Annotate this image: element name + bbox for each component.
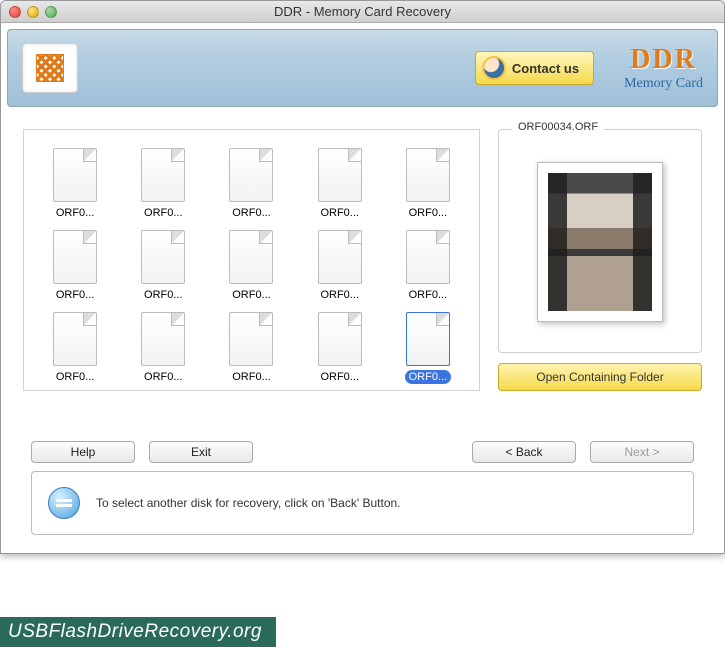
- file-icon: [229, 312, 273, 366]
- file-item[interactable]: ORF0...: [299, 148, 381, 220]
- next-button: Next >: [590, 441, 694, 463]
- file-item[interactable]: ORF0...: [387, 230, 469, 302]
- file-item[interactable]: ORF0...: [387, 312, 469, 384]
- open-containing-folder-button[interactable]: Open Containing Folder: [498, 363, 702, 391]
- file-icon: [406, 148, 450, 202]
- file-grid: ORF0... ORF0... ORF0... ORF0... ORF0... ORF0.…: [23, 129, 480, 391]
- file-item[interactable]: ORF0...: [210, 148, 292, 220]
- file-label: ORF0...: [228, 288, 275, 302]
- file-label: ORF0...: [52, 288, 99, 302]
- window-title: DDR - Memory Card Recovery: [1, 4, 724, 19]
- info-icon: [48, 487, 80, 519]
- file-icon: [141, 230, 185, 284]
- file-icon: [53, 230, 97, 284]
- brand-title: DDR: [624, 44, 703, 76]
- exit-button[interactable]: Exit: [149, 441, 253, 463]
- hint-text: To select another disk for recovery, cli…: [96, 496, 401, 510]
- back-button[interactable]: < Back: [472, 441, 576, 463]
- file-item[interactable]: ORF0...: [299, 230, 381, 302]
- file-label: ORF0...: [316, 288, 363, 302]
- header-banner: Contact us DDR Memory Card: [7, 29, 718, 107]
- file-icon: [53, 312, 97, 366]
- file-item[interactable]: ORF0...: [34, 148, 116, 220]
- brand-subtitle: Memory Card: [624, 76, 703, 92]
- file-icon: [229, 230, 273, 284]
- preview-image-content: [548, 173, 652, 311]
- file-icon: [229, 148, 273, 202]
- preview-filename: ORF00034.ORF: [512, 121, 604, 133]
- file-item[interactable]: ORF0...: [122, 148, 204, 220]
- logo-pattern-icon: [36, 54, 64, 82]
- file-item[interactable]: ORF0...: [299, 312, 381, 384]
- file-icon: [318, 312, 362, 366]
- file-icon: [318, 148, 362, 202]
- file-icon: [406, 312, 450, 366]
- app-logo: [22, 43, 78, 93]
- file-label: ORF0...: [140, 288, 187, 302]
- file-label: ORF0...: [316, 370, 363, 384]
- file-icon: [53, 148, 97, 202]
- file-item[interactable]: ORF0...: [387, 148, 469, 220]
- contact-us-button[interactable]: Contact us: [475, 51, 594, 85]
- brand-block: DDR Memory Card: [624, 44, 703, 92]
- file-label: ORF0...: [52, 206, 99, 220]
- main-content: ORF0... ORF0... ORF0... ORF0... ORF0... ORF0.…: [1, 113, 724, 401]
- preview-frame: [498, 129, 702, 353]
- file-item[interactable]: ORF0...: [34, 230, 116, 302]
- titlebar: DDR - Memory Card Recovery: [1, 1, 724, 23]
- file-label: ORF0...: [140, 370, 187, 384]
- preview-thumbnail: [537, 162, 663, 322]
- file-label: ORF0...: [52, 370, 99, 384]
- file-label: ORF0...: [316, 206, 363, 220]
- file-item[interactable]: ORF0...: [122, 312, 204, 384]
- file-label: ORF0...: [405, 288, 452, 302]
- file-item[interactable]: ORF0...: [210, 312, 292, 384]
- help-button[interactable]: Help: [31, 441, 135, 463]
- file-icon: [318, 230, 362, 284]
- contact-label: Contact us: [512, 61, 579, 76]
- file-item[interactable]: ORF0...: [210, 230, 292, 302]
- navigation-buttons: Help Exit < Back Next >: [1, 401, 724, 471]
- file-label: ORF0...: [228, 370, 275, 384]
- file-label: ORF0...: [140, 206, 187, 220]
- hint-box: To select another disk for recovery, cli…: [31, 471, 694, 535]
- file-label: ORF0...: [405, 206, 452, 220]
- file-item[interactable]: ORF0...: [34, 312, 116, 384]
- contact-person-icon: [482, 56, 506, 80]
- file-label: ORF0...: [405, 370, 452, 384]
- file-label: ORF0...: [228, 206, 275, 220]
- file-icon: [141, 148, 185, 202]
- file-icon: [141, 312, 185, 366]
- footer-url-badge: USBFlashDriveRecovery.org: [0, 617, 276, 647]
- app-window: DDR - Memory Card Recovery Contact us DD…: [0, 0, 725, 554]
- file-icon: [406, 230, 450, 284]
- file-item[interactable]: ORF0...: [122, 230, 204, 302]
- preview-panel: ORF00034.ORF Open Containing Folder: [498, 129, 702, 391]
